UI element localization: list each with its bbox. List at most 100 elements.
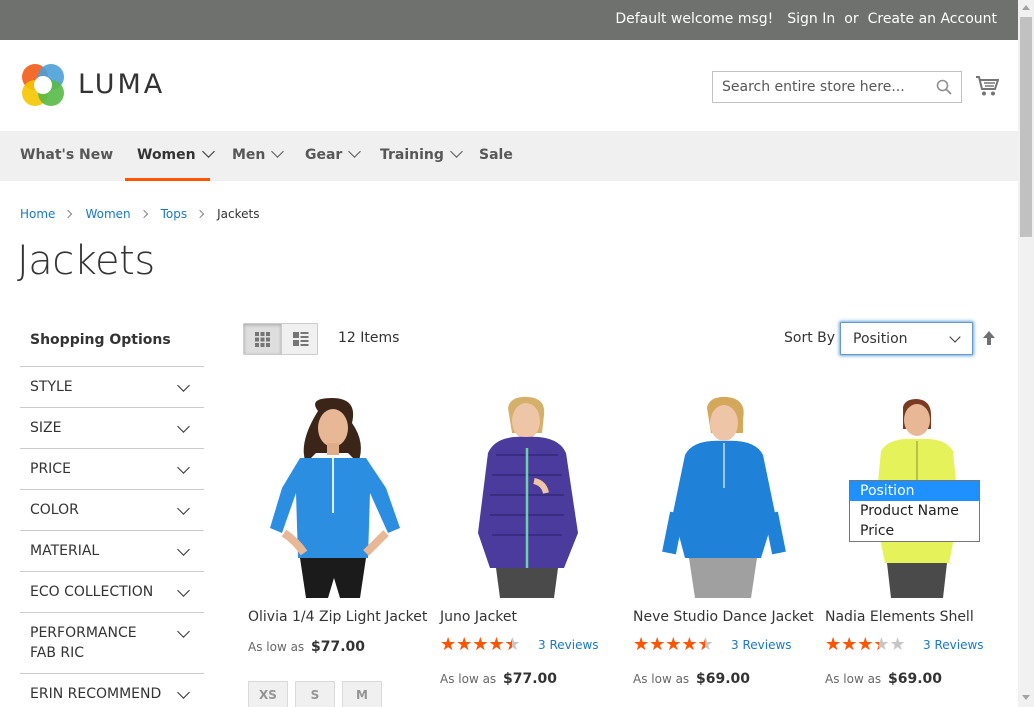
chevron-down-icon <box>177 584 190 597</box>
filter-eco-collection[interactable]: ECO COLLECTION <box>20 572 204 613</box>
luma-logo-icon[interactable] <box>20 62 66 108</box>
sort-option-position[interactable]: Position <box>850 481 979 501</box>
breadcrumb-tops[interactable]: Tops <box>161 207 188 221</box>
nav-item-women[interactable]: Women <box>125 131 215 181</box>
top-bar: Default welcome msg! Sign In or Create a… <box>0 0 1018 40</box>
filter-material[interactable]: MATERIAL <box>20 531 204 572</box>
chevron-down-icon <box>177 461 190 474</box>
chevron-down-icon <box>201 145 215 158</box>
search-icon[interactable] <box>936 79 952 95</box>
nav-label: Sale <box>479 147 513 163</box>
or-text: or <box>844 11 859 27</box>
chevron-down-icon <box>177 686 190 699</box>
product-image[interactable] <box>633 393 811 598</box>
nav-label: Gear <box>305 147 343 163</box>
cart-icon[interactable] <box>975 75 999 97</box>
product-name[interactable]: Juno Jacket <box>440 609 517 625</box>
price-prefix: As low as <box>248 640 305 654</box>
nav-item-sale[interactable]: Sale <box>479 131 513 181</box>
filter-style[interactable]: STYLE <box>20 367 204 408</box>
product-rating: ★★★★★★★★★★ 3 Reviews <box>825 636 984 654</box>
logo-wordmark[interactable]: LUMA <box>78 69 165 100</box>
list-view-button[interactable] <box>281 324 318 354</box>
product-price: As low as $77.00 <box>248 639 365 655</box>
nav-label: Training <box>380 147 444 163</box>
shopping-options-heading: Shopping Options <box>20 322 204 367</box>
nav-item-training[interactable]: Training <box>380 131 463 181</box>
sort-option-product-name[interactable]: Product Name <box>850 501 979 521</box>
create-account-link[interactable]: Create an Account <box>868 11 997 27</box>
sidebar-filters: Shopping Options STYLE SIZE PRICE COLOR … <box>20 322 204 707</box>
reviews-link[interactable]: 3 Reviews <box>731 638 792 652</box>
header-links: Default welcome msg! Sign In or Create a… <box>615 11 997 27</box>
filter-label: ERIN RECOMMEND <box>30 686 162 702</box>
grid-view-button[interactable] <box>244 324 281 354</box>
breadcrumb-current: Jackets <box>217 207 260 221</box>
nav-label: Women <box>137 147 196 163</box>
size-swatch-xs[interactable]: XS <box>248 681 288 707</box>
sort-select[interactable]: Position <box>840 322 973 355</box>
chevron-down-icon <box>949 331 961 343</box>
chevron-down-icon <box>177 625 190 638</box>
size-swatch-s[interactable]: S <box>295 681 335 707</box>
product-image[interactable] <box>440 393 618 598</box>
nav-item-whats-new[interactable]: What's New <box>20 131 113 181</box>
scroll-up-arrow-icon[interactable] <box>1022 5 1030 10</box>
chevron-down-icon <box>177 543 190 556</box>
filter-label: PRICE <box>30 461 71 477</box>
page-scrollbar[interactable] <box>1018 0 1034 707</box>
filter-label: SIZE <box>30 420 62 436</box>
welcome-message: Default welcome msg! <box>615 11 774 27</box>
sign-in-link[interactable]: Sign In <box>787 11 835 27</box>
search-input[interactable] <box>713 72 933 102</box>
product-rating: ★★★★★★★★★★ 3 Reviews <box>440 636 599 654</box>
chevron-right-icon <box>64 209 73 219</box>
chevron-down-icon <box>271 145 285 158</box>
chevron-down-icon <box>348 145 362 158</box>
price-value: $69.00 <box>696 671 751 687</box>
chevron-down-icon <box>177 420 190 433</box>
nav-label: What's New <box>20 147 114 163</box>
item-count: 12 Items <box>338 330 400 346</box>
price-value: $77.00 <box>311 639 366 655</box>
product-image[interactable] <box>248 393 426 598</box>
filter-size[interactable]: SIZE <box>20 408 204 449</box>
breadcrumb-home[interactable]: Home <box>20 207 55 221</box>
filter-erin-recommends[interactable]: ERIN RECOMMEND <box>20 674 204 707</box>
reviews-link[interactable]: 3 Reviews <box>923 638 984 652</box>
product-photo-olivia <box>248 393 426 598</box>
price-value: $69.00 <box>888 671 943 687</box>
reviews-link[interactable]: 3 Reviews <box>538 638 599 652</box>
nav-label: Men <box>232 147 266 163</box>
main-navigation: What's New Women Men Gear Training Sale <box>0 131 1018 181</box>
product-name[interactable]: Nadia Elements Shell <box>825 609 974 625</box>
sort-by-label: Sort By <box>784 330 836 346</box>
sort-direction-arrow-icon[interactable] <box>982 330 996 346</box>
search-box <box>712 71 962 103</box>
product-price: As low as $69.00 <box>825 671 942 687</box>
scroll-down-arrow-icon[interactable] <box>1022 695 1030 700</box>
product-name[interactable]: Neve Studio Dance Jacket <box>633 609 814 625</box>
product-price: As low as $77.00 <box>440 671 557 687</box>
filter-label: COLOR <box>30 502 79 518</box>
rating-stars-icon: ★★★★★★★★★★ <box>633 636 714 654</box>
scrollbar-thumb[interactable] <box>1020 17 1032 237</box>
chevron-right-icon <box>195 209 205 219</box>
page-title: Jackets <box>17 238 155 284</box>
grid-icon <box>255 332 270 347</box>
filter-label: MATERIAL <box>30 543 100 559</box>
nav-item-gear[interactable]: Gear <box>305 131 362 181</box>
breadcrumb-women[interactable]: Women <box>85 207 130 221</box>
size-swatch-m[interactable]: M <box>342 681 382 707</box>
chevron-down-icon <box>177 379 190 392</box>
filter-label: STYLE <box>30 379 73 395</box>
product-name[interactable]: Olivia 1/4 Zip Light Jacket <box>248 609 427 625</box>
chevron-down-icon <box>450 145 463 158</box>
sort-option-price[interactable]: Price <box>850 521 979 541</box>
rating-stars-icon: ★★★★★★★★★★ <box>825 636 906 654</box>
filter-color[interactable]: COLOR <box>20 490 204 531</box>
nav-item-men[interactable]: Men <box>232 131 285 181</box>
size-swatches: XS S M <box>248 681 382 707</box>
filter-price[interactable]: PRICE <box>20 449 204 490</box>
filter-performance-fabric[interactable]: PERFORMANCE FAB RIC <box>20 613 204 674</box>
